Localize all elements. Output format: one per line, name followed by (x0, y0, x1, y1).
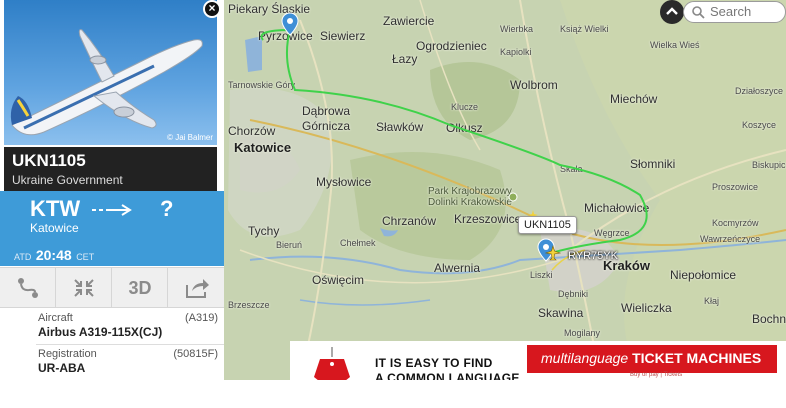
action-bar: 3D (0, 267, 224, 308)
mode-s-code: (50815F) (173, 348, 218, 360)
share-icon (186, 279, 209, 298)
ad-banner[interactable]: IT IS EASY TO FIND A COMMON LANGUAGE mul… (290, 341, 786, 380)
aircraft-label: Aircraft (38, 312, 73, 324)
view-3d-button[interactable]: 3D (112, 268, 168, 308)
aircraft-type-code: (A319) (184, 312, 218, 324)
registration-value: UR-ABA (38, 361, 86, 375)
show-route-button[interactable] (0, 268, 56, 308)
search-icon (692, 6, 705, 19)
ad-brand-italic: multilanguage (541, 350, 629, 366)
search-placeholder: Search (710, 4, 752, 19)
close-panel-button[interactable]: × (203, 0, 221, 18)
registration-label: Registration (38, 348, 97, 360)
atd-time: 20:48 (35, 247, 72, 263)
flight-callsign: UKN1105 (12, 151, 86, 170)
flight-route-path (260, 28, 648, 253)
airline-name: Ukraine Government (12, 173, 123, 187)
flight-header: UKN1105 Ukraine Government (4, 147, 217, 191)
ad-headline-line2: A COMMON LANGUAGE (375, 371, 520, 380)
aircraft-photo[interactable]: © Jai Balmer (4, 0, 217, 145)
route-arrow-icon (92, 204, 132, 216)
other-flight-tag[interactable]: RYR75YK (568, 250, 618, 262)
share-button[interactable] (168, 268, 224, 308)
route-icon (18, 278, 38, 298)
origin-code[interactable]: KTW (30, 196, 80, 222)
park-marker-icon (508, 192, 518, 202)
other-aircraft-icon[interactable] (545, 245, 561, 261)
close-icon: × (208, 1, 216, 15)
aircraft-model: Airbus A319-115X(CJ) (38, 325, 163, 339)
search-input[interactable]: Search (683, 1, 786, 23)
center-aircraft-button[interactable] (56, 268, 112, 308)
collapse-toolbar-button[interactable] (660, 0, 684, 24)
ad-headline-line1: IT IS EASY TO FIND (375, 356, 493, 370)
atd-timezone: CET (76, 252, 95, 262)
selected-flight-tag[interactable]: UKN1105 (518, 216, 577, 234)
center-icon (74, 279, 94, 297)
departure-time: ATD 20:48 CET (14, 247, 94, 263)
route-summary: KTW Katowice ? ATD 20:48 CET (0, 191, 224, 266)
ad-brand-bold: TICKET MACHINES (632, 350, 762, 366)
atd-label: ATD (14, 252, 32, 262)
origin-pin-icon[interactable] (281, 12, 299, 36)
photo-credit: © Jai Balmer (167, 133, 213, 142)
destination-code: ? (160, 196, 174, 221)
ad-brand-block: multilanguage TICKET MACHINES (527, 345, 777, 373)
view-3d-label: 3D (128, 278, 152, 298)
chevron-up-icon (666, 7, 678, 15)
ad-tag-icon (314, 347, 350, 380)
flight-info-panel: © Jai Balmer × UKN1105 Ukraine Governmen… (0, 0, 224, 381)
registration-row: Registration (50815F) UR-ABA (0, 345, 224, 381)
ad-subtext: Buy or pay | Tickets (630, 372, 683, 378)
origin-city: Katowice (30, 221, 79, 235)
aircraft-row: Aircraft (A319) Airbus A319-115X(CJ) (0, 309, 224, 345)
aircraft-image (10, 29, 203, 136)
